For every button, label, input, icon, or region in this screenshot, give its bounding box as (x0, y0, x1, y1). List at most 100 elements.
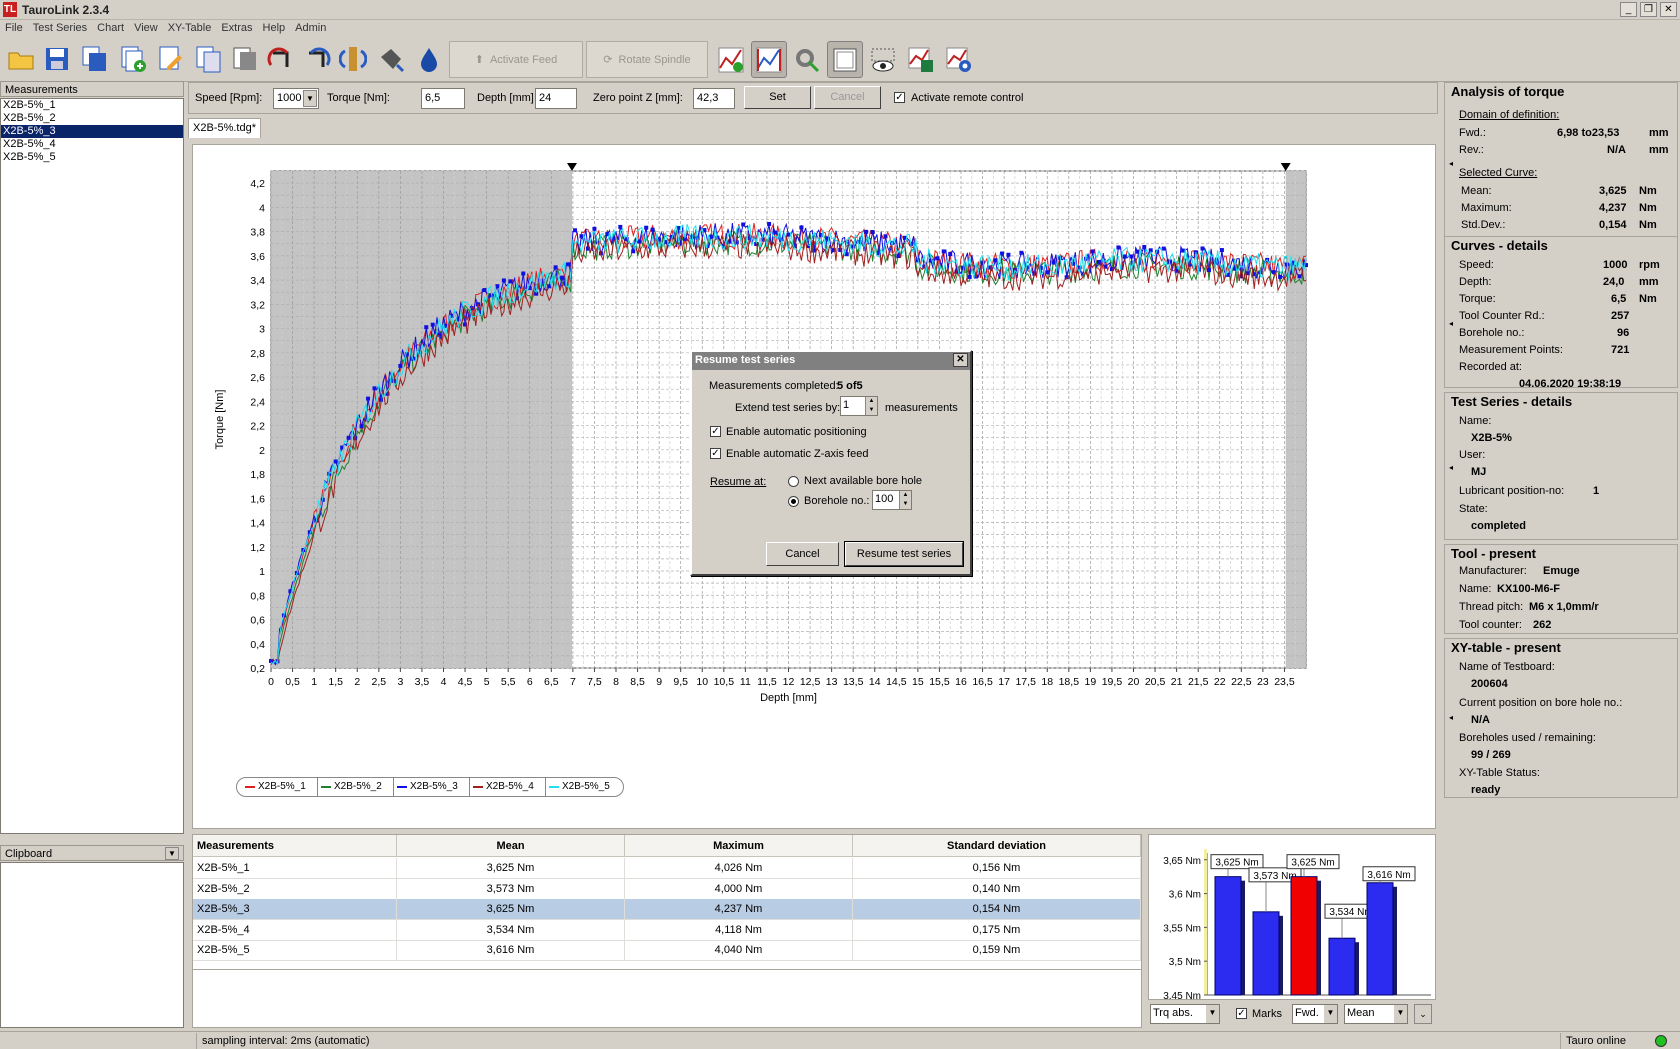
cancel-param-button[interactable]: Cancel (814, 86, 881, 109)
table-header[interactable]: Standard deviation (853, 835, 1141, 857)
menu-item-view[interactable]: View (129, 20, 163, 36)
dialog-cancel-button[interactable]: Cancel (766, 542, 839, 566)
borehole-spinner-icon[interactable]: ▲ ▼ (899, 491, 911, 509)
open-folder-icon[interactable] (4, 42, 38, 76)
add-chart-icon[interactable] (713, 41, 749, 78)
minimize-icon[interactable]: _ (1620, 2, 1637, 17)
torque-input[interactable]: 6,5 (421, 88, 465, 109)
table-header[interactable]: Measurements (193, 835, 397, 857)
curve-depth-value: 24,0 (1603, 276, 1625, 288)
stat-select[interactable]: Mean ▼ (1344, 1004, 1408, 1024)
legend-item[interactable]: X2B-5%_3 (397, 781, 458, 792)
x-tick-label: 3,5 (415, 676, 430, 688)
bar[interactable] (1214, 876, 1242, 996)
table-header[interactable]: Mean (397, 835, 625, 857)
series-marker (372, 386, 377, 391)
table-header[interactable]: Maximum (625, 835, 853, 857)
edit-document-icon[interactable] (154, 42, 188, 76)
menu-item-xy-table[interactable]: XY-Table (163, 20, 217, 36)
zoom-chart-icon[interactable] (751, 41, 787, 78)
depth-input[interactable]: 24 (535, 88, 577, 109)
range-marker[interactable] (1280, 163, 1291, 171)
table-row[interactable]: X2B-5%_1 3,625 Nm 4,026 Nm 0,156 Nm (193, 858, 1141, 879)
menu-item-test-series[interactable]: Test Series (28, 20, 92, 36)
bar[interactable] (1366, 882, 1394, 996)
list-item[interactable]: X2B-5%_2 (1, 112, 183, 125)
legend-item[interactable]: X2B-5%_4 (473, 781, 534, 792)
mode-select[interactable]: Trq abs. ▼ (1150, 1004, 1220, 1024)
marks-checkbox[interactable]: ✓ (1236, 1008, 1247, 1019)
range-marker[interactable] (567, 163, 578, 171)
direction-select[interactable]: Fwd. ▼ (1292, 1004, 1338, 1024)
activate-feed-button[interactable]: ⬆ Activate Feed (449, 41, 583, 78)
restore-icon[interactable]: ❐ (1640, 2, 1657, 17)
tab-x2b-5[interactable]: X2B-5%.tdg* (188, 118, 261, 138)
collapse-arrow-icon[interactable]: ◂ (1449, 159, 1453, 168)
clipboard-list[interactable] (0, 862, 184, 1028)
legend-item[interactable]: X2B-5%_1 (245, 781, 306, 792)
measurements-list[interactable]: X2B-5%_1 X2B-5%_2 X2B-5%_3 X2B-5%_4 X2B-5%_5 (0, 98, 184, 834)
list-item[interactable]: X2B-5%_4 (1, 138, 183, 151)
lubricant-drop-icon[interactable] (412, 42, 446, 76)
menu-item-file[interactable]: File (0, 20, 28, 36)
new-document-icon[interactable] (116, 42, 150, 76)
export-excel-icon[interactable] (903, 41, 939, 78)
rotate-spindle-button[interactable]: ⟳ Rotate Spindle (586, 41, 708, 78)
speed-select[interactable]: 1000 ▼ (273, 88, 319, 109)
auto-z-checkbox[interactable]: ✓ (710, 448, 721, 459)
list-item[interactable]: X2B-5%_5 (1, 151, 183, 164)
extend-spinner-icon[interactable]: ▲ ▼ (865, 397, 877, 415)
menu-item-admin[interactable]: Admin (290, 20, 331, 36)
dialog-close-icon[interactable]: ✕ (953, 353, 968, 367)
rotate-left-icon[interactable] (264, 42, 298, 76)
close-document-icon[interactable] (228, 42, 262, 76)
spindle-icon[interactable] (336, 42, 370, 76)
bar[interactable] (1290, 876, 1318, 996)
x-tick-label: 1,5 (328, 676, 343, 688)
close-icon[interactable]: ✕ (1660, 2, 1677, 17)
legend-item[interactable]: X2B-5%_2 (321, 781, 382, 792)
clipboard-dropdown-icon[interactable]: ▼ (165, 847, 179, 860)
resume-series-button[interactable]: Resume test series (844, 541, 964, 567)
mean-bar-chart[interactable]: 3,45 Nm 3,5 Nm 3,55 Nm 3,6 Nm 3,65 Nm 3,625 N… (1149, 835, 1435, 1002)
extend-input[interactable]: 1 ▲ ▼ (840, 396, 878, 416)
curves-arrow-icon[interactable]: ◂ (1449, 319, 1453, 328)
curve-speed-value: 1000 (1603, 259, 1628, 271)
table-row[interactable]: X2B-5%_2 3,573 Nm 4,000 Nm 0,140 Nm (193, 878, 1141, 900)
menu-item-extras[interactable]: Extras (216, 20, 257, 36)
ts-arrow-icon[interactable]: ◂ (1449, 463, 1453, 472)
remote-control-checkbox[interactable]: ✓ (894, 92, 905, 103)
copy-document-icon[interactable] (192, 42, 226, 76)
screenshot-icon[interactable] (941, 41, 977, 78)
borehole-radio[interactable] (788, 496, 799, 507)
direction-dropdown-icon[interactable]: ▼ (1324, 1005, 1337, 1023)
menu-item-chart[interactable]: Chart (92, 20, 129, 36)
legend-item[interactable]: X2B-5%_5 (549, 781, 610, 792)
xy-arrow-icon[interactable]: ◂ (1449, 713, 1453, 722)
settings-tools-icon[interactable] (789, 41, 825, 78)
series-marker (1297, 274, 1302, 279)
menu-item-help[interactable]: Help (258, 20, 291, 36)
collapse-icon[interactable]: ⌄ (1414, 1004, 1432, 1024)
speed-dropdown-icon[interactable]: ▼ (303, 90, 317, 107)
list-item[interactable]: X2B-5%_3 (1, 125, 183, 138)
list-item[interactable]: X2B-5%_1 (1, 99, 183, 112)
oil-can-icon[interactable] (374, 42, 408, 76)
zero-point-input[interactable]: 42,3 (693, 88, 735, 109)
table-row[interactable]: X2B-5%_3 3,625 Nm 4,237 Nm 0,154 Nm (193, 899, 1141, 921)
bar[interactable] (1328, 937, 1356, 996)
table-row[interactable]: X2B-5%_5 3,616 Nm 4,040 Nm 0,159 Nm (193, 940, 1141, 962)
mode-dropdown-icon[interactable]: ▼ (1206, 1005, 1219, 1023)
rotate-right-icon[interactable] (300, 42, 334, 76)
layout-icon[interactable] (827, 41, 863, 78)
stat-dropdown-icon[interactable]: ▼ (1394, 1005, 1407, 1023)
set-button[interactable]: Set (744, 86, 811, 109)
borehole-input[interactable]: 100 ▲ ▼ (872, 490, 912, 510)
auto-position-checkbox[interactable]: ✓ (710, 426, 721, 437)
table-row[interactable]: X2B-5%_4 3,534 Nm 4,118 Nm 0,175 Nm (193, 919, 1141, 941)
bar[interactable] (1252, 911, 1280, 996)
save-icon[interactable] (40, 42, 74, 76)
multi-save-icon[interactable] (78, 42, 112, 76)
view-grid-icon[interactable] (865, 41, 901, 78)
next-hole-radio[interactable] (788, 476, 799, 487)
